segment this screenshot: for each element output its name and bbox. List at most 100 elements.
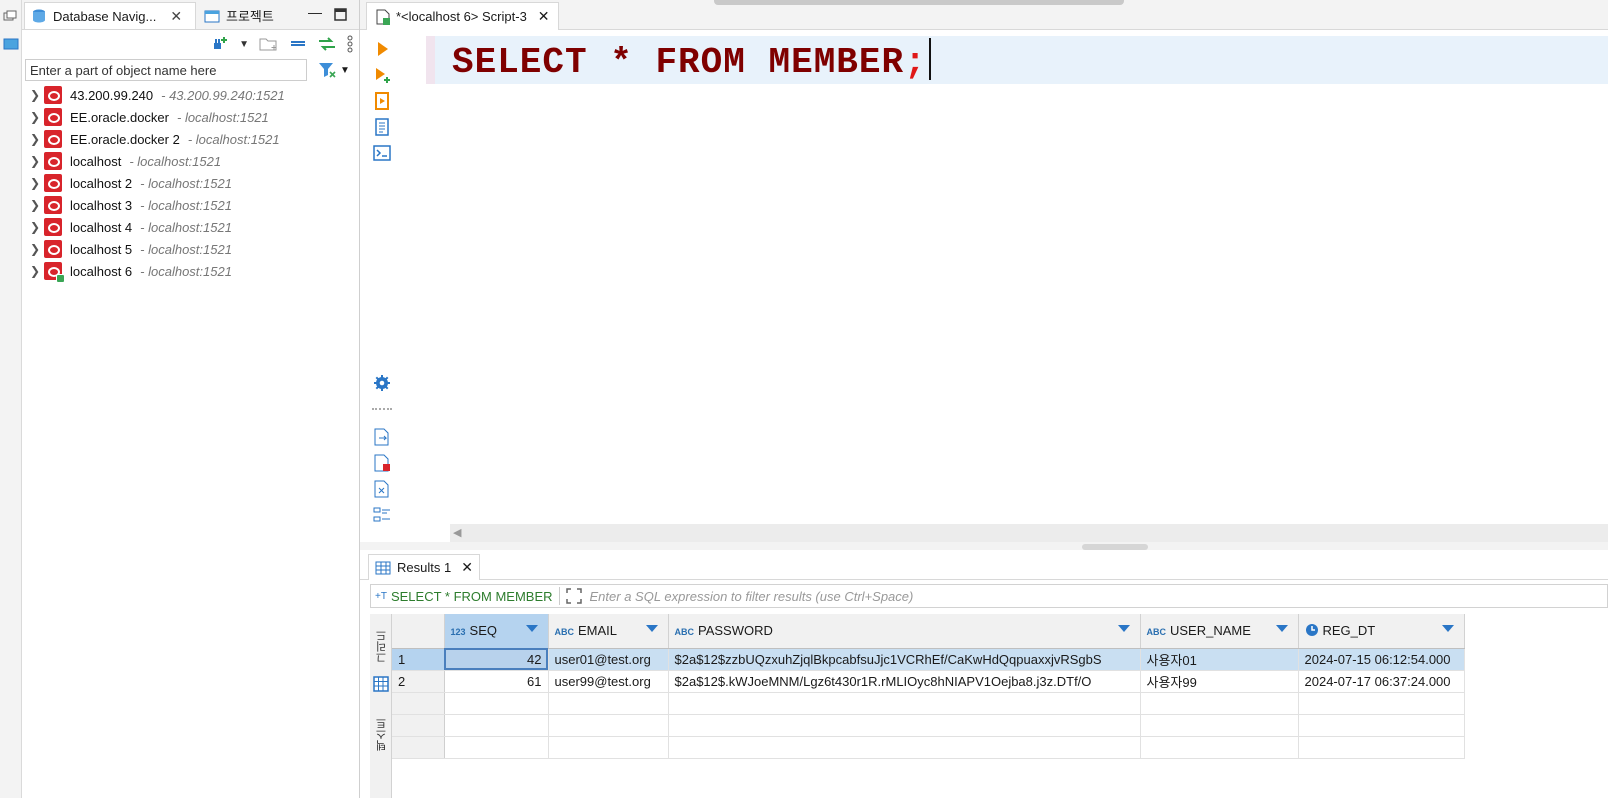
connection-host: - localhost:1521: [140, 241, 232, 257]
chevron-right-icon[interactable]: ❯: [30, 264, 44, 278]
chevron-right-icon[interactable]: ❯: [30, 242, 44, 256]
filter-button[interactable]: ▼: [318, 60, 350, 80]
text-caret: [928, 38, 931, 80]
chevron-right-icon[interactable]: ❯: [30, 88, 44, 102]
cell-email[interactable]: user01@test.org: [548, 648, 669, 671]
tab-script-3[interactable]: *<localhost 6> Script-3 ✕: [366, 2, 559, 30]
sort-chevron-icon[interactable]: [525, 625, 538, 632]
outline-icon[interactable]: [373, 506, 391, 524]
view-icon[interactable]: [3, 38, 19, 50]
close-icon[interactable]: ✕: [538, 8, 550, 25]
execute-script-icon[interactable]: [373, 92, 391, 110]
connection-tree: ❯ 43.200.99.240 - 43.200.99.240:1521 ❯ EE.or…: [22, 84, 359, 283]
sort-chevron-icon[interactable]: [645, 625, 658, 632]
new-folder-icon[interactable]: [259, 36, 279, 52]
connection-item[interactable]: ❯ localhost 4 - localhost:1521: [22, 216, 359, 238]
chevron-right-icon[interactable]: ❯: [30, 132, 44, 146]
connection-item[interactable]: ❯ localhost 2 - localhost:1521: [22, 172, 359, 194]
empty-cell: [1298, 714, 1465, 737]
filter-query[interactable]: +T SELECT * FROM MEMBER: [371, 589, 553, 604]
column-header-user-name[interactable]: ABC USER_NAME: [1140, 614, 1299, 649]
connection-name: localhost 2: [70, 175, 133, 191]
tab-results-1[interactable]: Results 1 ✕: [368, 554, 480, 580]
editor-results-splitter[interactable]: [360, 542, 1608, 550]
column-header-seq[interactable]: 123 SEQ: [444, 614, 549, 649]
sql-editor-text[interactable]: SELECT * FROM MEMBER;: [452, 38, 931, 83]
horizontal-scrollbar[interactable]: ◀: [450, 524, 1608, 542]
filter-expression-input[interactable]: Enter a SQL expression to filter results…: [590, 589, 914, 604]
connection-item[interactable]: ❯ localhost - localhost:1521: [22, 150, 359, 172]
chevron-right-icon[interactable]: ❯: [30, 176, 44, 190]
execute-in-new-tab-icon[interactable]: [373, 66, 391, 84]
execute-statement-icon[interactable]: [373, 40, 391, 58]
row-number[interactable]: 1: [392, 648, 445, 671]
load-script-icon[interactable]: [373, 454, 391, 472]
empty-cell: [444, 736, 549, 759]
column-header-email[interactable]: ABC EMAIL: [548, 614, 669, 649]
cell-reg-dt[interactable]: 2024-07-15 06:12:54.000: [1298, 648, 1465, 671]
object-search-field[interactable]: [25, 59, 307, 81]
row-number[interactable]: 2: [392, 670, 445, 693]
table-row[interactable]: 1 42 user01@test.org $2a$12$zzbUQzxuhZjqlBk…: [392, 648, 1465, 671]
cell-user-name[interactable]: 사용자99: [1140, 670, 1299, 693]
connection-item[interactable]: ❯ localhost 6 - localhost:1521: [22, 260, 359, 283]
terminal-icon[interactable]: [373, 144, 391, 162]
project-icon: [204, 10, 220, 22]
collapse-all-icon[interactable]: [289, 38, 307, 50]
cell-password[interactable]: $2a$12$zzbUQzxuhZjqlBkpcabfsuJjc1VCRhEf/…: [668, 648, 1141, 671]
cell-seq[interactable]: 61: [444, 670, 549, 693]
more-options-icon[interactable]: [347, 35, 353, 53]
restore-icon[interactable]: [3, 10, 17, 22]
cell-email[interactable]: user99@test.org: [548, 670, 669, 693]
sql-star: *: [610, 42, 633, 83]
chevron-right-icon[interactable]: ❯: [30, 154, 44, 168]
empty-cell: [1298, 736, 1465, 759]
save-script-icon[interactable]: [373, 480, 391, 498]
tab-project[interactable]: 프로젝트: [198, 2, 280, 29]
table-row[interactable]: 2 61 user99@test.org $2a$12$.kWJoeMNM/Lgz6t…: [392, 670, 1465, 693]
tab-grid[interactable]: 그리드: [374, 630, 388, 663]
chevron-right-icon[interactable]: ❯: [30, 110, 44, 124]
cell-reg-dt[interactable]: 2024-07-17 06:37:24.000: [1298, 670, 1465, 693]
empty-cell: [548, 692, 669, 715]
empty-row: [392, 714, 1465, 737]
connection-item[interactable]: ❯ localhost 5 - localhost:1521: [22, 238, 359, 260]
column-header-reg-dt[interactable]: REG_DT: [1298, 614, 1465, 649]
connection-item[interactable]: ❯ EE.oracle.docker - localhost:1521: [22, 106, 359, 128]
grid-view-icon[interactable]: [373, 676, 389, 692]
connection-item[interactable]: ❯ EE.oracle.docker 2 - localhost:1521: [22, 128, 359, 150]
settings-gear-icon[interactable]: [373, 374, 391, 392]
empty-cell: [668, 714, 1141, 737]
tab-text[interactable]: 텍스트: [374, 718, 388, 751]
scroll-left-icon[interactable]: ◀: [453, 526, 461, 539]
explain-plan-icon[interactable]: [373, 118, 391, 136]
filter-icon: [319, 63, 336, 78]
link-editor-icon[interactable]: [317, 37, 337, 51]
close-icon[interactable]: ✕: [461, 559, 473, 576]
expand-icon[interactable]: [565, 588, 582, 604]
cell-seq[interactable]: 42: [444, 648, 549, 671]
empty-row: [392, 692, 1465, 715]
chevron-down-icon[interactable]: ▼: [239, 39, 249, 50]
chevron-right-icon[interactable]: ❯: [30, 220, 44, 234]
minimize-icon[interactable]: —: [308, 4, 322, 20]
object-search-input[interactable]: [26, 60, 306, 80]
sort-chevron-icon[interactable]: [1441, 625, 1454, 632]
export-icon[interactable]: [373, 428, 391, 446]
connection-name: localhost 5: [70, 241, 133, 257]
connection-host: - localhost:1521: [177, 109, 269, 125]
column-header-password[interactable]: ABC PASSWORD: [668, 614, 1141, 649]
chevron-right-icon[interactable]: ❯: [30, 198, 44, 212]
maximize-icon[interactable]: [334, 8, 347, 21]
cell-password[interactable]: $2a$12$.kWJoeMNM/Lgz6t430r1R.rMLIOyc8hNI…: [668, 670, 1141, 693]
connection-item[interactable]: ❯ 43.200.99.240 - 43.200.99.240:1521: [22, 84, 359, 106]
cell-user-name[interactable]: 사용자01: [1140, 648, 1299, 671]
sort-chevron-icon[interactable]: [1275, 625, 1288, 632]
row-number-header[interactable]: [392, 614, 445, 649]
connection-item[interactable]: ❯ localhost 3 - localhost:1521: [22, 194, 359, 216]
clock-icon: [1305, 624, 1318, 637]
new-connection-icon[interactable]: [211, 35, 229, 53]
tab-database-navigator[interactable]: Database Navig... ✕: [24, 2, 196, 29]
close-icon[interactable]: ✕: [170, 8, 182, 25]
sort-chevron-icon[interactable]: [1117, 625, 1130, 632]
